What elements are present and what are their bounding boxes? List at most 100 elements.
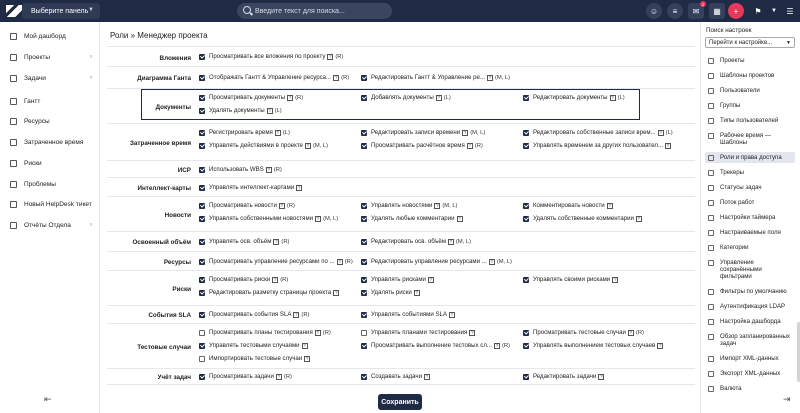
settings-item[interactable]: Настраиваемые поля: [705, 227, 795, 238]
menu-icon[interactable]: ☰: [782, 3, 798, 19]
permission-item[interactable]: Импортировать тестовые случаи?: [199, 355, 311, 362]
permission-checkbox[interactable]: [199, 276, 205, 283]
settings-item[interactable]: Обзор запланированных задач: [705, 331, 795, 349]
help-icon[interactable]: ?: [314, 329, 321, 336]
permission-item[interactable]: Управлять собственными новостями? (M, L): [199, 215, 338, 222]
settings-item[interactable]: Поток работ: [705, 197, 795, 208]
permission-item[interactable]: Комментировать новости?: [523, 202, 613, 209]
settings-item[interactable]: Настройки таймера: [705, 212, 795, 223]
permission-item[interactable]: Удалять собственные комментарии?: [523, 215, 642, 222]
help-icon[interactable]: ?: [266, 107, 273, 114]
permission-item[interactable]: Управлять событиями SLA?: [361, 311, 455, 318]
settings-item[interactable]: Категории: [705, 242, 795, 253]
permission-item[interactable]: Удалять документы? (L): [199, 107, 282, 114]
permission-item[interactable]: Редактировать Гантт & Управление ре...?(…: [361, 74, 510, 81]
permission-checkbox[interactable]: [523, 342, 529, 349]
permission-checkbox[interactable]: [199, 342, 205, 349]
permission-checkbox[interactable]: [523, 94, 529, 101]
help-icon[interactable]: ?: [315, 215, 322, 222]
settings-item[interactable]: Экспорт XML-данных: [705, 368, 795, 379]
permission-item[interactable]: Просматривать новости? (R): [199, 202, 295, 209]
permission-checkbox[interactable]: [361, 276, 367, 283]
permission-item[interactable]: Просматривать управление ресурсами по ..…: [199, 258, 353, 265]
permission-item[interactable]: Редактировать осв. объём? (M, L): [361, 238, 471, 245]
help-icon[interactable]: ?: [469, 329, 476, 336]
permission-item[interactable]: Редактировать собственные записи врем...…: [523, 129, 673, 136]
permission-item[interactable]: Редактировать управление ресурсами ...?(…: [361, 258, 512, 265]
help-icon[interactable]: ?: [304, 355, 311, 362]
permission-item[interactable]: Управлять выполнением тестовых случаев?: [523, 342, 664, 349]
help-icon[interactable]: ?: [272, 276, 279, 283]
permission-checkbox[interactable]: [361, 202, 367, 209]
permission-checkbox[interactable]: [361, 373, 367, 380]
permission-item[interactable]: Управлять осв. объём? (R): [199, 238, 289, 245]
permission-item[interactable]: Регистрировать время? (L): [199, 129, 290, 136]
help-icon[interactable]: ?: [657, 129, 664, 136]
permission-item[interactable]: Управлять рисками?: [361, 276, 434, 283]
permission-checkbox[interactable]: [361, 289, 367, 296]
permission-checkbox[interactable]: [199, 94, 205, 101]
permission-checkbox[interactable]: [199, 107, 205, 114]
permission-item[interactable]: Управлять тестовыми случаями?: [199, 342, 308, 349]
permission-item[interactable]: Просматривать события SLA? (R): [199, 311, 309, 318]
permission-checkbox[interactable]: [361, 329, 367, 336]
permission-item[interactable]: Редактировать задачи?: [523, 373, 605, 380]
add-icon[interactable]: +: [728, 3, 744, 19]
help-icon[interactable]: ?: [265, 166, 272, 173]
permission-checkbox[interactable]: [199, 373, 205, 380]
help-icon[interactable]: ?: [293, 311, 300, 318]
permission-checkbox[interactable]: [361, 94, 367, 101]
calendar-icon[interactable]: ▦: [709, 3, 725, 19]
permission-checkbox[interactable]: [199, 166, 205, 173]
settings-item[interactable]: Статусы задач: [705, 182, 795, 193]
permission-checkbox[interactable]: [199, 184, 205, 191]
settings-item[interactable]: Шаблоны проектов: [705, 70, 795, 81]
permission-checkbox[interactable]: [361, 311, 367, 318]
help-icon[interactable]: ?: [333, 289, 340, 296]
permission-checkbox[interactable]: [361, 129, 367, 136]
sidebar-item[interactable]: Отчёты Отдела ›: [0, 218, 100, 232]
help-icon[interactable]: ?: [274, 129, 281, 136]
permission-checkbox[interactable]: [199, 238, 205, 245]
help-icon[interactable]: ?: [434, 202, 441, 209]
help-icon[interactable]: ?: [657, 342, 664, 349]
permission-item[interactable]: Добавлять документы? (L): [361, 94, 451, 101]
permission-checkbox[interactable]: [361, 142, 367, 149]
sidebar-item[interactable]: Проблемы: [0, 177, 100, 191]
permission-item[interactable]: Просматривать риски? (R): [199, 276, 288, 283]
permission-checkbox[interactable]: [361, 74, 367, 81]
permission-checkbox[interactable]: [523, 373, 529, 380]
help-icon[interactable]: ?: [275, 373, 282, 380]
global-search-input[interactable]: Введите текст для поиска...: [237, 3, 392, 19]
chevron-down-icon[interactable]: ▼: [766, 3, 782, 19]
tools-icon[interactable]: ≡: [667, 3, 683, 19]
permission-item[interactable]: Удалять любые комментарии?: [361, 215, 463, 222]
help-icon[interactable]: ?: [635, 215, 642, 222]
permission-checkbox[interactable]: [523, 129, 529, 136]
permission-item[interactable]: Использовать WBS? (R): [199, 166, 282, 173]
settings-item[interactable]: Типы пользователей: [705, 115, 795, 126]
help-icon[interactable]: ?: [427, 276, 434, 283]
sidebar-item[interactable]: Задачи ›: [0, 71, 100, 85]
help-icon[interactable]: ?: [273, 238, 280, 245]
permission-checkbox[interactable]: [361, 215, 367, 222]
settings-item[interactable]: Валюта: [705, 383, 795, 394]
help-icon[interactable]: ?: [336, 258, 343, 265]
permission-checkbox[interactable]: [199, 142, 205, 149]
sidebar-item[interactable]: Затраченное время: [0, 135, 100, 149]
help-icon[interactable]: ?: [466, 142, 473, 149]
permission-checkbox[interactable]: [199, 289, 205, 296]
permission-item[interactable]: Управлять действиями в проекте? (M, L): [199, 142, 328, 149]
sidebar-item[interactable]: Новый HelpDesk тикет: [0, 197, 100, 211]
sidebar-item[interactable]: Гантт: [0, 94, 100, 108]
notifications-icon[interactable]: ✉ 2: [688, 1, 706, 19]
help-icon[interactable]: ?: [486, 74, 493, 81]
sidebar-item[interactable]: Мой дашборд: [0, 29, 100, 43]
permission-item[interactable]: Редактировать разметку страницы проекта?: [199, 289, 340, 296]
collapse-sidebar-icon[interactable]: ⇤: [44, 394, 52, 405]
help-icon[interactable]: ?: [413, 289, 420, 296]
settings-item[interactable]: Рабочее время — Шаблоны: [705, 130, 795, 148]
settings-item[interactable]: Пользователи: [705, 85, 795, 96]
permission-item[interactable]: Управлять планами тестирования?: [361, 329, 476, 336]
permission-checkbox[interactable]: [199, 355, 205, 362]
